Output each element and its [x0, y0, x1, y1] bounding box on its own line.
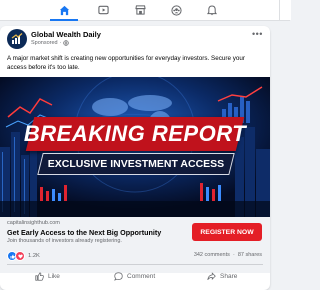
stats-separator: · — [231, 252, 237, 258]
thumbs-up-icon — [35, 272, 44, 281]
post-caption: A major market shift is creating new opp… — [7, 55, 245, 71]
separator-dot: · — [59, 40, 62, 46]
video-icon — [97, 5, 109, 15]
comment-count[interactable]: 342 comments — [194, 252, 230, 258]
action-divider — [7, 264, 263, 265]
heart-icon — [17, 254, 23, 258]
nav-tab-home[interactable] — [48, 0, 80, 21]
link-domain: capitalinsighthub.com — [7, 220, 60, 226]
ad-image[interactable]: BREAKING REPORT EXCLUSIVE INVESTMENT ACC… — [0, 77, 270, 217]
nav-tab-video[interactable] — [87, 0, 119, 20]
avatar[interactable] — [7, 29, 27, 49]
ad-headline: BREAKING REPORT — [23, 121, 247, 146]
sponsored-post-card: Global Wealth Daily Sponsored · ••• A ma… — [0, 26, 270, 290]
comment-button[interactable]: Comment — [114, 267, 155, 285]
share-count[interactable]: 87 shares — [238, 252, 262, 258]
like-button[interactable]: Like — [35, 267, 60, 285]
engagement-stats: 342 comments · 87 shares — [194, 252, 262, 258]
reactions-summary[interactable]: 1.2K — [7, 251, 40, 261]
share-button[interactable]: Share — [207, 267, 237, 285]
sponsored-row: Sponsored · — [31, 40, 70, 46]
share-icon — [207, 271, 216, 280]
nav-tab-marketplace[interactable] — [124, 0, 156, 20]
page-name[interactable]: Global Wealth Daily — [31, 30, 101, 39]
link-headline[interactable]: Get Early Access to the Next Big Opportu… — [7, 228, 161, 237]
groups-icon — [170, 4, 182, 16]
right-panel-edge — [279, 0, 291, 20]
nav-tab-notifications[interactable] — [196, 0, 228, 20]
comment-label: Comment — [127, 272, 156, 280]
home-icon — [59, 5, 69, 15]
growth-logo-icon — [11, 33, 23, 44]
share-label: Share — [220, 272, 238, 280]
bell-icon — [207, 4, 217, 15]
nav-tab-groups[interactable] — [160, 0, 192, 20]
link-description: Join thousands of investors already regi… — [7, 238, 122, 244]
globe-icon — [63, 40, 70, 46]
thumbs-up-icon — [10, 254, 15, 258]
register-now-button[interactable]: REGISTER NOW — [192, 223, 262, 241]
comment-icon — [114, 271, 123, 281]
like-label: Like — [48, 272, 60, 280]
marketplace-icon — [134, 5, 146, 15]
top-nav-bar — [0, 0, 291, 21]
more-options-button[interactable]: ••• — [252, 30, 263, 39]
love-reaction-icon — [15, 251, 25, 261]
ad-subheadline: EXCLUSIVE INVESTMENT ACCESS — [47, 158, 225, 170]
reaction-count: 1.2K — [28, 253, 40, 259]
sponsored-label: Sponsored — [31, 40, 58, 46]
